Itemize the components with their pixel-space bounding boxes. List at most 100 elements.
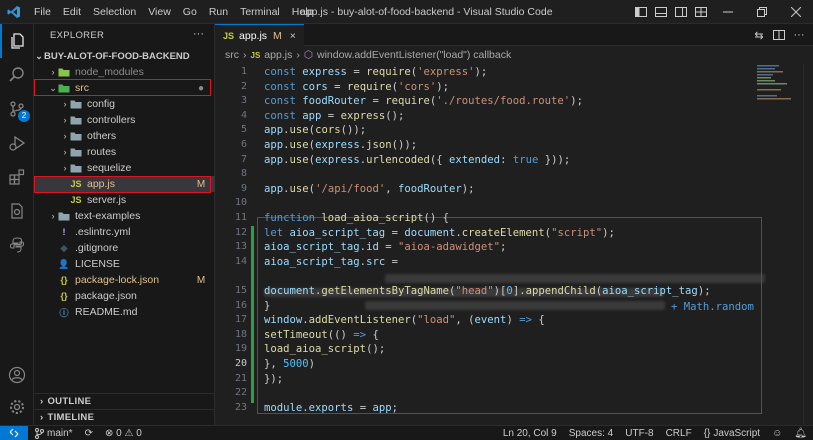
editor-group: JS app.js M × ⇆ ··· src › JS app.js › ⬡ … [215,24,813,425]
menu-go[interactable]: Go [177,0,203,24]
source-control-icon[interactable]: 2 [0,92,34,126]
search-icon[interactable] [0,58,34,92]
account-icon[interactable] [0,358,34,392]
breadcrumb-src[interactable]: src [225,49,239,61]
tree-item-routes-folder[interactable]: › routes [34,144,215,160]
file-type-icon: JS [70,179,82,189]
menu-edit[interactable]: Edit [57,0,87,24]
folder-icon [58,210,70,222]
code-token: './routes/food.route' [436,95,571,108]
manage-gear-icon[interactable] [0,390,34,424]
code-token: , [385,182,398,195]
code-token: )[ [493,285,507,297]
menu-terminal[interactable]: Terminal [234,0,286,24]
vertical-scrollbar[interactable] [803,64,813,424]
toggle-secondary-sidebar-icon[interactable] [673,4,689,20]
customize-layout-icon[interactable] [693,4,709,20]
code-token: src [366,255,386,268]
tree-item-label: controllers [87,114,136,126]
code-editor[interactable]: + Math.random 1 const express = require('… [215,64,813,425]
redacted-url [385,274,765,283]
remote-indicator-icon[interactable] [0,425,28,440]
tree-item-config-folder[interactable]: › config [34,96,215,112]
timeline-section[interactable]: › TIMELINE [34,409,215,425]
problems-status[interactable]: ⊗ 0 ⚠ 0 [99,428,148,439]
explorer-header: EXPLORER [50,29,105,41]
code-token: } [264,299,271,312]
tree-item-text-examples-folder[interactable]: › text-examples [34,208,215,224]
close-tab-icon[interactable]: × [290,30,296,42]
more-actions-icon[interactable]: ··· [791,27,807,43]
outline-section[interactable]: › OUTLINE [34,393,215,409]
folder-icon [70,114,82,126]
line-number: 19 [234,343,247,355]
toggle-primary-sidebar-icon[interactable] [633,4,649,20]
breadcrumb-separator: › [243,49,247,61]
extensions-icon[interactable] [0,160,34,194]
menu-selection[interactable]: Selection [87,0,142,24]
tree-item-node-modules-folder[interactable]: › node_modules [34,64,215,80]
close-window-icon[interactable] [779,0,813,24]
python-icon[interactable] [0,228,34,262]
tree-item-eslintrc-file[interactable]: ! .eslintrc.yml [34,224,215,240]
tree-item-label: package-lock.json [75,274,160,286]
end-of-line[interactable]: CRLF [660,428,698,439]
split-editor-icon[interactable] [771,27,787,43]
tab-app-js[interactable]: JS app.js M × [215,24,304,46]
menu-run[interactable]: Run [203,0,234,24]
menu-file[interactable]: File [28,0,57,24]
compare-changes-icon[interactable]: ⇆ [751,27,767,43]
tree-item-sequelize-folder[interactable]: › sequelize [34,160,215,176]
menu-view[interactable]: View [142,0,177,24]
tree-item-controllers-folder[interactable]: › controllers [34,112,215,128]
tree-item-label: README.md [75,306,138,318]
code-token: ]. [512,285,526,297]
tree-item-license-file[interactable]: 👤 LICENSE [34,256,215,272]
code-line: } [264,300,270,312]
toggle-panel-icon[interactable] [653,4,669,20]
workspace-root[interactable]: ⌄ BUY-ALOT-OF-FOOD-BACKEND [34,48,215,64]
explorer-more-actions-icon[interactable]: ··· [193,28,204,40]
title-bar-controls [631,0,813,24]
copilot-icon[interactable]: ☺ [766,428,788,439]
code-token: "head" [455,285,494,297]
tree-item-others-folder[interactable]: › others [34,128,215,144]
line-number: 13 [234,241,247,253]
code-token: ); [697,285,711,297]
chevron-right-icon: › [51,67,55,77]
code-token: getElementsByTagName [321,285,449,297]
breadcrumb-app-js[interactable]: app.js [264,49,292,61]
testing-icon[interactable] [0,194,34,228]
branch-status[interactable]: main* [28,427,79,439]
explorer-icon[interactable] [0,24,34,58]
indentation[interactable]: Spaces: 4 [563,428,619,439]
tree-item-server-js-file[interactable]: JS server.js [34,192,215,208]
code-token: app [264,139,284,151]
folder-icon [70,130,82,142]
language-mode[interactable]: {} JavaScript [698,428,766,439]
tree-item-package-json-file[interactable]: {} package.json [34,288,215,304]
tree-item-src-folder[interactable]: ⌄ src ● [34,80,215,96]
code-token: use [289,139,309,151]
breadcrumb-symbol[interactable]: window.addEventListener("load") callback [317,49,511,61]
tree-item-app-js-file[interactable]: JS app.js M [34,176,215,192]
chevron-down-icon: ⌄ [35,50,43,61]
minimize-icon[interactable] [711,0,745,24]
tree-item-gitignore-file[interactable]: ◆ .gitignore [34,240,215,256]
chevron-right-icon: › [40,412,44,423]
notifications-bell-icon[interactable]: 🔔︎ [788,428,813,439]
encoding[interactable]: UTF-8 [619,428,659,439]
vscode-logo-icon[interactable] [0,0,28,24]
run-debug-icon[interactable] [0,126,34,160]
tree-item-readme-file[interactable]: ⓘ README.md [34,304,215,320]
restore-icon[interactable] [745,0,779,24]
line-number: 2 [240,80,247,92]
javascript-file-icon: JS [250,50,261,60]
minimap[interactable] [757,64,799,104]
chevron-right-icon: › [63,131,67,141]
sync-icon[interactable]: ⟳ [79,428,99,439]
code-token: const [264,109,303,122]
cursor-position[interactable]: Ln 20, Col 9 [497,428,563,439]
code-token: require [366,66,411,78]
tree-item-package-lock-file[interactable]: {} package-lock.json M [34,272,215,288]
